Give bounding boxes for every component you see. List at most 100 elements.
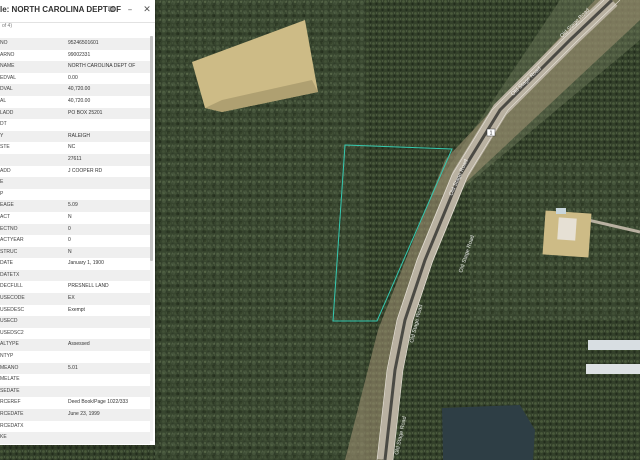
attribute-key: DATETX bbox=[0, 271, 20, 278]
popup-header: le: NORTH CAROLINA DEPT OF ⧉ – ✕ bbox=[0, 0, 155, 23]
feature-popup[interactable]: le: NORTH CAROLINA DEPT OF ⧉ – ✕ of 4) N… bbox=[0, 0, 155, 445]
attribute-key: LADD bbox=[0, 109, 14, 116]
attribute-value: RALEIGH bbox=[68, 132, 90, 139]
attribute-row: STE NC bbox=[0, 142, 150, 154]
attribute-key: USECD bbox=[0, 318, 18, 325]
attribute-key: RCEDATE bbox=[0, 411, 24, 417]
attribute-value: 5.01 bbox=[68, 364, 78, 371]
attribute-row: NAME NORTH CAROLINA DEPT OF bbox=[0, 61, 150, 73]
attribute-row: EAGE 5.09 bbox=[0, 200, 150, 212]
attribute-key: KE bbox=[0, 434, 7, 441]
attribute-row: RCEDATE June 23, 1999 bbox=[0, 409, 150, 421]
attribute-key: Y bbox=[0, 132, 4, 139]
attribute-value: NC bbox=[68, 144, 76, 151]
attribute-row: DVAL 40,720.00 bbox=[0, 84, 150, 96]
attribute-row: P bbox=[0, 189, 150, 201]
route-shield-number: 1 bbox=[490, 131, 493, 137]
attribute-row: LADD PO BOX 25201 bbox=[0, 107, 150, 120]
attribute-key: RCEDATX bbox=[0, 422, 24, 429]
attribute-row: MEANO 5.01 bbox=[0, 362, 150, 375]
attribute-key: STE bbox=[0, 144, 10, 151]
attribute-key: USEDESC bbox=[0, 306, 25, 313]
attribute-value: 27611 bbox=[68, 155, 82, 162]
popup-scrollbar[interactable] bbox=[150, 36, 153, 441]
attribute-value: 0 bbox=[68, 225, 71, 232]
attribute-key: USEDSC2 bbox=[0, 329, 24, 336]
attribute-key: DATE bbox=[0, 260, 13, 267]
attribute-value: 99002331 bbox=[68, 51, 91, 58]
attribute-row: DATETX bbox=[0, 269, 150, 282]
attribute-row: USEDSC2 bbox=[0, 328, 150, 340]
dock-icon[interactable]: ⧉ bbox=[105, 4, 117, 16]
attribute-key: DECFULL bbox=[0, 283, 23, 290]
attribute-value: Assessed bbox=[68, 341, 90, 348]
attribute-key: AL bbox=[0, 97, 7, 104]
attribute-key: STRUC bbox=[0, 248, 18, 255]
road-label-text: Old Stage Road bbox=[559, 7, 591, 39]
attribute-row: ACTYEAR 0 bbox=[0, 235, 150, 247]
attribute-row: STRUC N bbox=[0, 246, 150, 259]
attribute-key: P bbox=[0, 190, 4, 197]
attribute-row: DATE January 1, 1900 bbox=[0, 258, 150, 270]
road-label-text: Old Stage Road bbox=[409, 304, 424, 343]
attribute-value: J COOPER RD bbox=[68, 167, 103, 174]
road-label-text: Old Stage Road bbox=[394, 416, 408, 456]
attribute-key: DVAL bbox=[0, 86, 13, 93]
road-label-text: Old Stage Road bbox=[448, 159, 469, 197]
attribute-table: NO 95246501601 ARNO 99002331 NAME NORTH CAROL… bbox=[0, 38, 150, 444]
attribute-row: Y RALEIGH bbox=[0, 130, 150, 143]
attribute-key: ACTYEAR bbox=[0, 237, 24, 244]
attribute-row: KE bbox=[0, 432, 150, 444]
attribute-key: ADD bbox=[0, 167, 11, 174]
attribute-row: ALTYPE Assessed bbox=[0, 339, 150, 352]
attribute-key: ECTNO bbox=[0, 225, 18, 232]
attribute-value: NORTH CAROLINA DEPT OF bbox=[68, 63, 136, 70]
attribute-row: E bbox=[0, 177, 150, 189]
attribute-key: NTYP bbox=[0, 353, 14, 360]
attribute-value: January 1, 1900 bbox=[68, 260, 104, 267]
attribute-row: NO 95246501601 bbox=[0, 38, 150, 50]
attribute-value: PRESNELL LAND bbox=[68, 283, 109, 290]
attribute-row: DECFULL PRESNELL LAND bbox=[0, 281, 150, 293]
minimize-icon[interactable]: – bbox=[124, 4, 136, 16]
attribute-key: MELATE bbox=[0, 376, 20, 383]
attribute-key: DT bbox=[0, 121, 7, 128]
attribute-value: Exempt bbox=[68, 306, 85, 313]
popup-scrollbar-thumb[interactable] bbox=[150, 36, 153, 261]
attribute-key: EDVAL bbox=[0, 74, 17, 81]
attribute-row: ARNO 99002331 bbox=[0, 50, 150, 62]
attribute-value: 0 bbox=[68, 237, 71, 244]
attribute-key: ALTYPE bbox=[0, 341, 19, 348]
road-label-text: Old Stage Road bbox=[458, 235, 476, 274]
attribute-value: Deed Book/Page 1022/333 bbox=[68, 399, 129, 406]
popup-title: le: NORTH CAROLINA DEPT OF bbox=[0, 5, 122, 14]
popup-feature-count: of 4) bbox=[2, 23, 13, 29]
attribute-row: ADD J COOPER RD bbox=[0, 166, 150, 178]
attribute-value: 95246501601 bbox=[68, 40, 99, 46]
road-label-text: Old Stage Road bbox=[510, 66, 542, 98]
attribute-row: RCEDATX bbox=[0, 421, 150, 433]
close-icon[interactable]: ✕ bbox=[141, 4, 153, 16]
attribute-row: AL 40,720.00 bbox=[0, 96, 150, 108]
attribute-value: EX bbox=[68, 295, 75, 302]
attribute-value: 0.00 bbox=[68, 74, 78, 81]
attribute-value: PO BOX 25201 bbox=[68, 109, 103, 116]
attribute-row: ECTNO 0 bbox=[0, 223, 150, 236]
attribute-row: MELATE bbox=[0, 374, 150, 386]
attribute-value: N bbox=[68, 248, 72, 255]
attribute-key: EAGE bbox=[0, 202, 14, 209]
attribute-value: 40,720.00 bbox=[68, 86, 91, 93]
attribute-key: NAME bbox=[0, 63, 15, 70]
attribute-row: USECD bbox=[0, 316, 150, 328]
attribute-key: E bbox=[0, 179, 4, 186]
attribute-key: SEDATE bbox=[0, 387, 20, 394]
attribute-value: N bbox=[68, 213, 72, 220]
attribute-value: June 23, 1999 bbox=[68, 411, 100, 417]
attribute-row: 27611 bbox=[0, 153, 150, 166]
attribute-value: 40,720.00 bbox=[68, 97, 91, 104]
attribute-row: USECODE EX bbox=[0, 293, 150, 305]
attribute-value: 5.09 bbox=[68, 202, 78, 209]
attribute-row: RCEREF Deed Book/Page 1022/333 bbox=[0, 397, 150, 409]
attribute-key: ACT bbox=[0, 213, 10, 220]
attribute-key: MEANO bbox=[0, 364, 19, 371]
